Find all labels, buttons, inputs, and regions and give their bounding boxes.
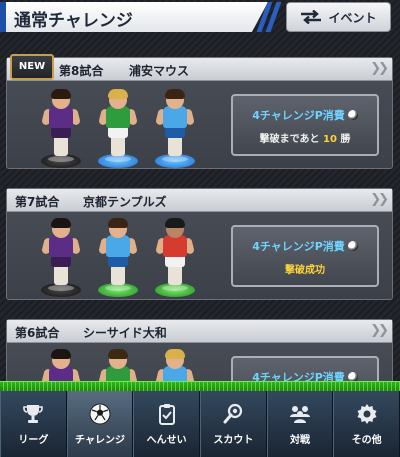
challenge-button[interactable]: 4チャレンジP消費 撃破成功 — [231, 225, 379, 287]
swap-arrows-icon — [301, 10, 322, 24]
player-figure — [39, 217, 83, 297]
soccer-ball-icon — [347, 110, 358, 120]
nav-label: スカウト — [213, 435, 254, 446]
nav-label: リーグ — [18, 435, 49, 446]
team-name: 浦安マウス — [129, 64, 190, 78]
nav-label: 対戦 — [290, 435, 311, 446]
match-number: 第8試合 — [59, 64, 104, 78]
team-name: 京都テンプルズ — [83, 195, 167, 209]
team-name: シーサイド大和 — [83, 326, 167, 340]
player-figure — [153, 217, 197, 297]
double-chevron-icon: ❯❯ — [370, 61, 389, 76]
match-card-8[interactable]: 第8試合 浦安マウス ❯❯ NEW 4チャレンジP消費 撃破まであと 10 勝 — [6, 54, 393, 169]
match-number: 第6試合 — [15, 326, 60, 340]
double-chevron-icon: ❯❯ — [370, 192, 389, 207]
player-figure — [96, 217, 140, 297]
challenge-cost: 4チャレンジP消費 — [233, 238, 377, 254]
gear-icon — [357, 404, 377, 424]
match-card-header: 第7試合 京都テンプルズ ❯❯ — [7, 189, 392, 212]
page-title: 通常チャレンジ — [14, 11, 133, 31]
nav-item-scout[interactable]: スカウト — [200, 391, 267, 457]
player-figure — [153, 88, 197, 168]
bottom-nav: リーグ チャレンジ へんせい スカウト 対戦 その他 — [0, 391, 400, 457]
title-bar: 通常チャレンジ — [0, 2, 268, 32]
clipboard-icon — [158, 404, 175, 425]
header: 通常チャレンジ イベント — [0, 0, 400, 38]
challenge-cost: 4チャレンジP消費 — [233, 107, 377, 123]
title-accent — [0, 2, 6, 32]
match-number: 第7試合 — [15, 195, 60, 209]
wins-remaining-prefix: 撃破まであと — [259, 134, 320, 145]
nav-item-challenge[interactable]: チャレンジ — [66, 391, 134, 457]
nav-label: へんせい — [146, 435, 187, 446]
nav-item-other[interactable]: その他 — [333, 391, 400, 457]
challenge-cost-label: 4チャレンジP消費 — [252, 109, 345, 122]
match-card-header: 第6試合 シーサイド大和 ❯❯ — [7, 320, 392, 343]
player-figure — [96, 88, 140, 168]
double-chevron-icon: ❯❯ — [370, 323, 389, 338]
nav-item-match[interactable]: 対戦 — [266, 391, 334, 457]
new-badge: NEW — [10, 54, 54, 80]
challenge-button[interactable]: 4チャレンジP消費 撃破まであと 10 勝 — [231, 94, 379, 156]
soccer-ball-icon — [347, 241, 358, 251]
soccer-ball-icon — [89, 403, 111, 425]
nav-item-league[interactable]: リーグ — [0, 391, 67, 457]
nav-label: チャレンジ — [75, 435, 125, 446]
wins-remaining-suffix: 勝 — [340, 134, 351, 145]
wins-remaining-count: 10 — [322, 134, 337, 145]
player-figure — [39, 88, 83, 168]
match-card-header: 第8試合 浦安マウス ❯❯ — [7, 58, 392, 81]
event-button-label: イベント — [328, 10, 377, 25]
magnifier-icon — [223, 403, 243, 424]
team-icon — [290, 406, 311, 423]
defeat-status: 撃破成功 — [285, 265, 325, 276]
match-card-7[interactable]: 第7試合 京都テンプルズ ❯❯ 4チャレンジP消費 撃破成功 — [6, 188, 393, 300]
wins-remaining: 撃破まであと 10 勝 — [233, 130, 377, 145]
event-button[interactable]: イベント — [286, 2, 391, 32]
nav-item-formation[interactable]: へんせい — [133, 391, 201, 457]
trophy-icon — [23, 405, 44, 423]
challenge-cost-label: 4チャレンジP消費 — [252, 240, 345, 253]
nav-label: その他 — [351, 435, 382, 446]
